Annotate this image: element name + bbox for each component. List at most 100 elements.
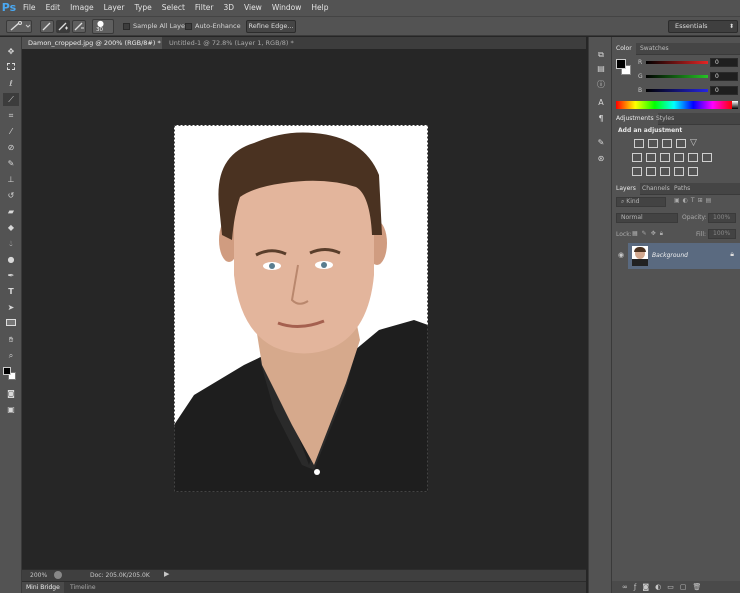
channel-b-slider[interactable] (646, 89, 708, 92)
threshold-icon[interactable] (660, 167, 670, 176)
rectangle-tool-icon[interactable] (3, 317, 19, 330)
menu-select[interactable]: Select (157, 0, 190, 16)
sample-all-layers-checkbox[interactable] (123, 23, 130, 30)
menu-view[interactable]: View (239, 0, 267, 16)
brush-presets-icon[interactable]: ✎ (594, 137, 608, 148)
menu-layer[interactable]: Layer (99, 0, 130, 16)
tab-swatches[interactable]: Swatches (636, 43, 673, 55)
status-info-icon[interactable] (54, 571, 62, 579)
eyedropper-tool-icon[interactable]: ⁄ (3, 125, 19, 138)
gradient-map-icon[interactable] (674, 167, 684, 176)
marquee-tool-icon[interactable] (3, 61, 19, 74)
layer-row-background[interactable]: Background 🔒︎ (628, 243, 740, 269)
black-white-icon[interactable] (660, 153, 670, 162)
link-layers-icon[interactable]: ∞ (622, 583, 634, 591)
tab-color[interactable]: Color (612, 43, 636, 55)
quick-selection-tool-icon[interactable]: ⟋ (3, 93, 19, 106)
color-lookup-icon[interactable] (702, 153, 712, 162)
eye-visibility-icon[interactable]: ◉ (618, 251, 624, 259)
workspace-switcher[interactable]: Essentials ⬍ (668, 20, 738, 33)
vibrance-icon[interactable]: ▽ (690, 139, 700, 148)
menu-3d[interactable]: 3D (218, 0, 239, 16)
healing-brush-tool-icon[interactable]: ⊘ (3, 141, 19, 154)
document-canvas[interactable] (174, 125, 428, 492)
pen-tool-icon[interactable]: ✒ (3, 269, 19, 282)
color-spectrum-ramp[interactable] (616, 101, 732, 109)
brush-size-picker[interactable]: ● 30 (92, 19, 114, 34)
status-menu-arrow-icon[interactable]: ▶ (164, 570, 169, 578)
type-tool-icon[interactable]: T (3, 285, 19, 298)
history-brush-tool-icon[interactable]: ↺ (3, 189, 19, 202)
channel-r-slider[interactable] (646, 61, 708, 64)
zoom-level[interactable]: 200% (30, 572, 47, 579)
dodge-tool-icon[interactable]: ● (3, 253, 19, 266)
tab-mini-bridge[interactable]: Mini Bridge (22, 582, 64, 593)
lasso-tool-icon[interactable]: ℓ (3, 77, 19, 90)
grayscale-ramp[interactable] (732, 101, 738, 109)
menu-edit[interactable]: Edit (41, 0, 66, 16)
brightness-contrast-icon[interactable] (634, 139, 644, 148)
selective-color-icon[interactable] (688, 167, 698, 176)
tab-timeline[interactable]: Timeline (66, 582, 100, 593)
posterize-icon[interactable] (646, 167, 656, 176)
menu-file[interactable]: File (18, 0, 41, 16)
info-icon[interactable]: ⓘ (594, 79, 608, 90)
curves-icon[interactable] (662, 139, 672, 148)
move-tool-icon[interactable]: ✥ (3, 45, 19, 58)
new-group-icon[interactable]: ▭ (667, 583, 680, 591)
quick-mask-icon[interactable]: ◙ (3, 387, 19, 400)
new-adjustment-icon[interactable]: ◐ (655, 583, 667, 591)
auto-enhance-checkbox[interactable] (185, 23, 192, 30)
tab-damon-cropped[interactable]: Damon_cropped.jpg @ 200% (RGB/8#) * (22, 37, 162, 49)
tab-channels[interactable]: Channels (638, 183, 674, 195)
menu-help[interactable]: Help (306, 0, 333, 16)
paragraph-icon[interactable]: ¶ (594, 113, 608, 124)
blend-mode-select[interactable]: Normal (616, 213, 678, 223)
levels-icon[interactable] (648, 139, 658, 148)
opacity-field[interactable]: 100% (708, 213, 736, 223)
layer-filter-icons[interactable]: ▣◐T⊞▤ (674, 197, 714, 204)
channel-b-value[interactable]: 0 (710, 86, 738, 95)
tab-adjustments[interactable]: Adjustments (612, 113, 658, 125)
properties-icon[interactable]: ▤ (594, 63, 608, 74)
add-to-selection-button[interactable] (56, 20, 70, 33)
brush-tool-icon[interactable]: ✎ (3, 157, 19, 170)
tab-untitled-1[interactable]: Untitled-1 @ 72.8% (Layer 1, RGB/8) * (163, 37, 303, 49)
channel-g-slider[interactable] (646, 75, 708, 78)
eraser-tool-icon[interactable]: ▰ (3, 205, 19, 218)
invert-icon[interactable] (632, 167, 642, 176)
character-icon[interactable]: A (594, 97, 608, 108)
zoom-tool-icon[interactable]: ⌕ (3, 349, 19, 362)
path-selection-tool-icon[interactable]: ➤ (3, 301, 19, 314)
menu-filter[interactable]: Filter (190, 0, 219, 16)
tool-preset-picker[interactable] (6, 20, 32, 33)
menu-image[interactable]: Image (65, 0, 99, 16)
channel-g-value[interactable]: 0 (710, 72, 738, 81)
layer-filter-select[interactable]: ⌕ Kind (616, 197, 666, 207)
hue-saturation-icon[interactable] (632, 153, 642, 162)
subtract-from-selection-button[interactable] (72, 20, 86, 33)
crop-tool-icon[interactable]: ⌗ (3, 109, 19, 122)
add-mask-icon[interactable]: ◙ (642, 583, 655, 591)
paint-bucket-tool-icon[interactable]: ◆ (3, 221, 19, 234)
tab-styles[interactable]: Styles (652, 113, 678, 125)
tab-paths[interactable]: Paths (670, 183, 694, 195)
new-selection-button[interactable] (40, 20, 54, 33)
clone-stamp-tool-icon[interactable]: ⊥ (3, 173, 19, 186)
fill-field[interactable]: 100% (708, 229, 736, 239)
hand-tool-icon[interactable]: ✋︎ (3, 333, 19, 346)
layer-name[interactable]: Background (652, 252, 688, 259)
screen-mode-icon[interactable]: ▣ (3, 403, 19, 416)
color-balance-icon[interactable] (646, 153, 656, 162)
trash-icon[interactable]: 🗑︎ (692, 583, 707, 591)
channel-mixer-icon[interactable] (688, 153, 698, 162)
refine-edge-button[interactable]: Refine Edge... (246, 20, 296, 33)
history-icon[interactable]: ⧉ (594, 49, 608, 60)
menu-window[interactable]: Window (267, 0, 307, 16)
menu-type[interactable]: Type (130, 0, 157, 16)
blur-tool-icon[interactable]: 💧︎ (3, 237, 19, 250)
lock-icons[interactable]: ▦✎✥🔒︎ (632, 230, 667, 238)
photo-filter-icon[interactable] (674, 153, 684, 162)
new-layer-icon[interactable]: ▢ (680, 583, 693, 591)
tab-layers[interactable]: Layers (612, 183, 640, 195)
